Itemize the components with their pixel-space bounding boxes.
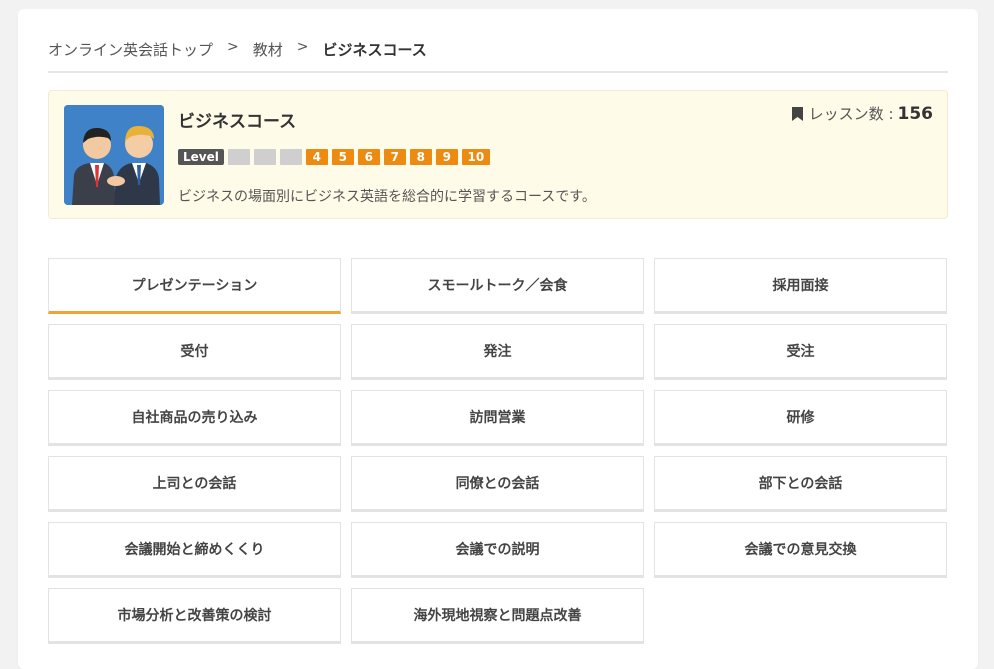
level-box-10: 10 bbox=[461, 149, 490, 165]
topic-tab[interactable]: 会議での意見交換 bbox=[654, 522, 947, 578]
content-panel: オンライン英会話トップ > 教材 > ビジネスコース ビジネスコース レッスン数… bbox=[18, 9, 978, 669]
lesson-count-value: 156 bbox=[897, 103, 934, 124]
bookmark-icon bbox=[791, 106, 803, 121]
level-box-6: 6 bbox=[357, 149, 380, 165]
lesson-count-label: レッスン数 : bbox=[808, 105, 894, 123]
level-indicator: Level 4 5 6 7 8 9 10 bbox=[178, 149, 490, 165]
business-handshake-illustration bbox=[64, 105, 164, 205]
topic-tab[interactable]: 研修 bbox=[654, 390, 947, 446]
level-label: Level bbox=[178, 149, 224, 165]
level-box-8: 8 bbox=[409, 149, 432, 165]
topic-tab[interactable]: 訪問営業 bbox=[351, 390, 644, 446]
level-box-5: 5 bbox=[331, 149, 354, 165]
level-box-9: 9 bbox=[435, 149, 458, 165]
topic-tab[interactable]: 会議開始と締めくくり bbox=[48, 522, 341, 578]
breadcrumb-link-top[interactable]: オンライン英会話トップ bbox=[48, 39, 213, 60]
topic-tab[interactable]: 海外現地視察と問題点改善 bbox=[351, 588, 644, 644]
course-summary-card: ビジネスコース レッスン数 : 156 Level 4 5 6 7 8 9 10… bbox=[48, 90, 948, 219]
topic-tab[interactable]: プレゼンテーション bbox=[48, 258, 341, 314]
topic-tab[interactable]: 自社商品の売り込み bbox=[48, 390, 341, 446]
topic-tab[interactable]: 上司との会話 bbox=[48, 456, 341, 512]
breadcrumb-link-materials[interactable]: 教材 bbox=[253, 39, 283, 60]
topic-tab[interactable]: 受注 bbox=[654, 324, 947, 380]
level-box-2 bbox=[253, 149, 276, 165]
level-box-4: 4 bbox=[305, 149, 328, 165]
course-description: ビジネスの場面別にビジネス英語を総合的に学習するコースです。 bbox=[178, 189, 596, 205]
topic-tab[interactable]: 採用面接 bbox=[654, 258, 947, 314]
topic-grid: プレゼンテーション スモールトーク／会食 採用面接 受付 発注 受注 自社商品の… bbox=[48, 258, 948, 644]
topic-tab[interactable]: 部下との会話 bbox=[654, 456, 947, 512]
level-box-3 bbox=[279, 149, 302, 165]
breadcrumb-separator: > bbox=[296, 39, 309, 55]
topic-tab[interactable]: 同僚との会話 bbox=[351, 456, 644, 512]
level-box-1 bbox=[227, 149, 250, 165]
course-title: ビジネスコース bbox=[178, 112, 297, 132]
level-box-7: 7 bbox=[383, 149, 406, 165]
breadcrumb: オンライン英会話トップ > 教材 > ビジネスコース bbox=[48, 39, 948, 73]
breadcrumb-separator: > bbox=[227, 39, 239, 55]
topic-tab[interactable]: スモールトーク／会食 bbox=[351, 258, 644, 314]
breadcrumb-current: ビジネスコース bbox=[322, 41, 427, 59]
topic-tab[interactable]: 会議での説明 bbox=[351, 522, 644, 578]
topic-tab[interactable]: 市場分析と改善策の検討 bbox=[48, 588, 341, 644]
topic-tab[interactable]: 受付 bbox=[48, 324, 341, 380]
lesson-count: レッスン数 : 156 bbox=[791, 103, 934, 124]
topic-tab[interactable]: 発注 bbox=[351, 324, 644, 380]
